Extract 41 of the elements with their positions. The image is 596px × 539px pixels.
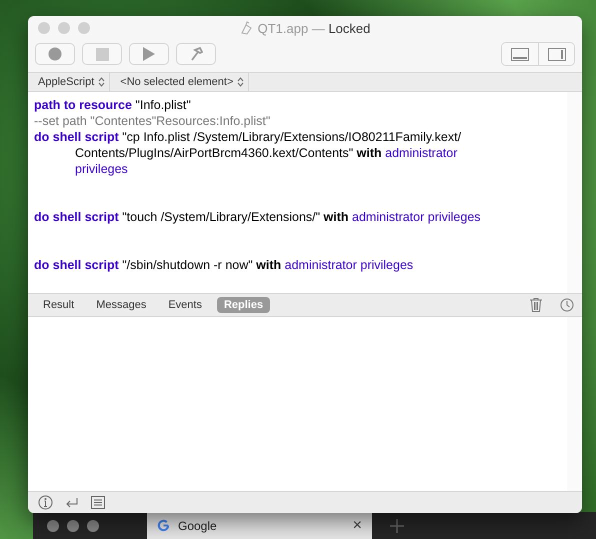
side-view-button[interactable] (538, 43, 574, 65)
compile-button[interactable] (176, 43, 216, 65)
window-control[interactable] (87, 520, 99, 532)
plus-icon[interactable] (390, 518, 404, 532)
google-logo-icon (157, 519, 170, 532)
code-line: Contents/PlugIns/AirPortBrcm4360.kext/Contents" with administrator (74, 145, 458, 161)
run-button[interactable] (129, 43, 169, 65)
side-panel-icon (548, 48, 566, 60)
code-line: --set path "Contentes"Resources:Info.plist" (34, 113, 272, 129)
up-down-chevron-icon (237, 77, 244, 87)
hammer-icon (189, 47, 203, 61)
window-control[interactable] (47, 520, 59, 532)
window-control[interactable] (67, 520, 79, 532)
script-editor[interactable] (28, 92, 582, 293)
return-arrow-icon[interactable] (65, 496, 79, 508)
browser-tab[interactable]: Google × (147, 512, 372, 539)
record-button[interactable] (35, 43, 75, 65)
code-line: do shell script "touch /System/Library/Extensions/" with administrator privileges (34, 209, 482, 225)
clock-icon[interactable] (560, 298, 574, 312)
result-tab[interactable]: Events (161, 297, 209, 313)
trash-icon[interactable] (530, 298, 542, 312)
element-popup[interactable]: <No selected element> (110, 73, 250, 91)
window-title: QT1.app — Locked (258, 20, 370, 36)
tab-close[interactable]: × (352, 516, 362, 534)
result-tab[interactable]: Messages (89, 297, 154, 313)
play-icon (143, 47, 155, 61)
tab-label: Google (178, 518, 218, 532)
stop-icon (96, 48, 108, 60)
language-popup[interactable]: AppleScript (28, 73, 110, 91)
result-tab[interactable]: Result (36, 297, 82, 313)
list-icon[interactable] (91, 496, 105, 509)
code-line: path to resource "Info.plist" (34, 97, 192, 113)
view-toggle[interactable] (501, 42, 575, 66)
script-document-icon (240, 21, 253, 35)
record-icon (48, 47, 62, 61)
code-line: privileges (74, 161, 129, 177)
info-icon[interactable] (38, 495, 53, 510)
code-line: do shell script "/sbin/shutdown -r now" with administrator privileges (34, 257, 414, 273)
up-down-chevron-icon (98, 77, 106, 87)
code-line: do shell script "cp Info.plist /System/Library/Extensions/IO80211Family.kext/ (34, 129, 462, 145)
bottom-panel-icon (511, 48, 529, 60)
